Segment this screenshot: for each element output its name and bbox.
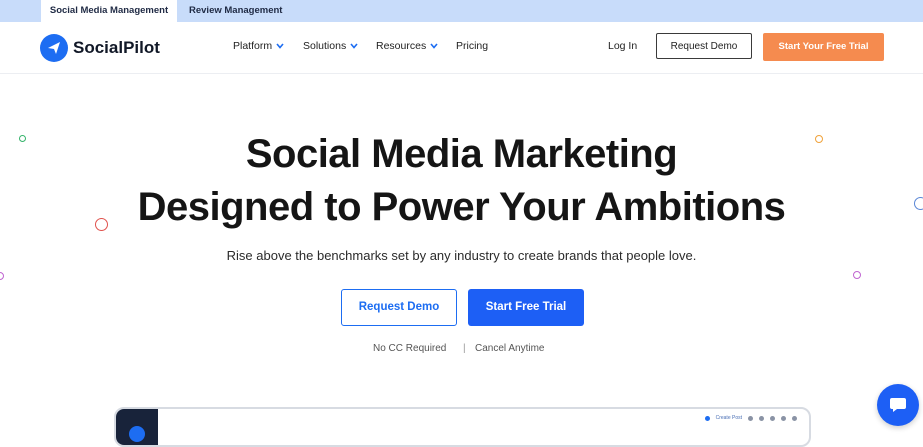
chat-bubble-icon <box>890 398 906 412</box>
create-post-icon <box>704 415 710 421</box>
bell-icon <box>770 415 775 421</box>
note-separator: | <box>463 343 466 354</box>
hero-subtitle: Rise above the benchmarks set by any ind… <box>226 248 697 263</box>
request-demo-button[interactable]: Request Demo <box>656 33 752 59</box>
tab-social-media-management[interactable]: Social Media Management <box>41 0 177 22</box>
cancel-anytime-note: Cancel Anytime <box>475 343 545 354</box>
decorative-circle <box>853 271 861 279</box>
chevron-down-icon <box>430 43 438 49</box>
hero-title-line-1: Social Media Marketing <box>245 132 678 176</box>
logo-paper-plane-icon <box>40 34 68 62</box>
hero-start-free-trial-button[interactable]: Start Free Trial <box>468 289 584 326</box>
product-switcher-bar: Social Media Management Review Managemen… <box>0 0 923 22</box>
nav-platform[interactable]: Platform <box>233 40 284 52</box>
tab-review-management[interactable]: Review Management <box>189 0 282 22</box>
nav-pricing-label: Pricing <box>456 40 489 52</box>
grid-icon <box>759 415 764 421</box>
nav-platform-label: Platform <box>233 40 273 52</box>
site-header: SocialPilot Platform Solutions Resources… <box>0 22 923 74</box>
chevron-down-icon <box>276 43 284 49</box>
user-icon <box>792 415 797 421</box>
nav-solutions-label: Solutions <box>303 40 347 52</box>
nav-pricing[interactable]: Pricing <box>456 40 488 52</box>
start-free-trial-button[interactable]: Start Your Free Trial <box>763 33 884 61</box>
nav-solutions[interactable]: Solutions <box>303 40 358 52</box>
pen-icon <box>781 415 786 421</box>
preview-sidebar <box>116 409 158 445</box>
nav-resources-label: Resources <box>376 40 427 52</box>
brand-logo[interactable]: SocialPilot <box>40 34 160 62</box>
create-post-label: Create Post <box>715 415 742 421</box>
nav-resources[interactable]: Resources <box>376 40 438 52</box>
chat-widget-button[interactable] <box>877 384 919 426</box>
dashboard-preview-image: Create Post <box>114 407 811 447</box>
settings-icon <box>748 415 753 421</box>
login-link[interactable]: Log In <box>608 40 637 52</box>
hero-request-demo-button[interactable]: Request Demo <box>341 289 457 326</box>
hero-title-line-2: Designed to Power Your Ambitions <box>137 185 786 229</box>
chevron-down-icon <box>350 43 358 49</box>
preview-logo-icon <box>129 426 145 442</box>
no-cc-required-note: No CC Required <box>373 343 447 354</box>
preview-toolbar: Create Post <box>704 415 797 421</box>
brand-name: SocialPilot <box>73 38 160 57</box>
decorative-circle <box>0 272 4 280</box>
